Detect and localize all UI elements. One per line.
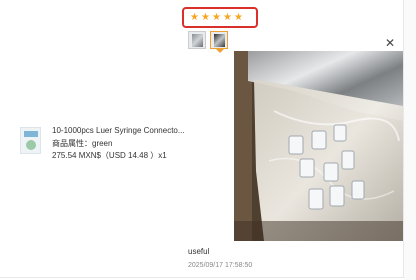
product-thumbnail[interactable]: [20, 127, 41, 154]
review-text: useful: [188, 247, 210, 256]
star-icon: ★: [190, 11, 199, 23]
selected-caret-icon: [216, 49, 224, 53]
review-date: 2025/09/17 17:58:50: [188, 262, 253, 269]
star-rating: ★ ★ ★ ★ ★: [182, 7, 258, 28]
star-icon: ★: [234, 11, 243, 23]
star-icon: ★: [201, 11, 210, 23]
product-price: 275.54 MXN$（USD 14.48 ）x1: [52, 151, 167, 160]
star-icon: ★: [223, 11, 232, 23]
product-title[interactable]: 10-1000pcs Luer Syringe Connecto...: [52, 126, 185, 135]
review-photo: [234, 51, 403, 241]
star-icon: ★: [212, 11, 221, 23]
product-attribute: 商品属性：green: [52, 139, 113, 148]
photo-thumbnail[interactable]: [188, 31, 206, 49]
photo-thumbnail-selected[interactable]: [210, 31, 228, 49]
close-icon[interactable]: ✕: [385, 37, 395, 49]
scrollbar-track[interactable]: [404, 0, 416, 280]
